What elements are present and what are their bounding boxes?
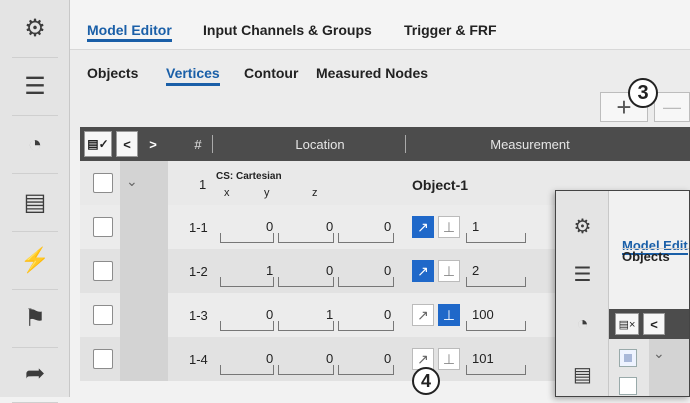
row-checkbox[interactable] bbox=[93, 261, 113, 281]
group-index: 1 bbox=[199, 177, 207, 192]
tab-model-editor[interactable]: Model Editor bbox=[87, 22, 172, 42]
gauge-icon[interactable]: ◔ bbox=[556, 301, 609, 347]
column-measurement: Measurement bbox=[490, 136, 570, 152]
triad-icon[interactable]: ⊥ bbox=[438, 348, 460, 370]
overlay-collapse-chevron-icon[interactable]: ⌄ bbox=[653, 345, 665, 362]
overlay-row: ⌄ bbox=[609, 339, 689, 396]
y-value[interactable]: 0 bbox=[326, 351, 333, 366]
measurement-value[interactable]: 2 bbox=[472, 263, 479, 278]
z-value[interactable]: 0 bbox=[384, 263, 391, 278]
overlay-prev-button[interactable]: < bbox=[643, 313, 665, 335]
axis-x-label: x bbox=[224, 187, 230, 199]
triad-icon[interactable]: ⊥ bbox=[438, 216, 460, 238]
triad-icon[interactable]: ⊥ bbox=[438, 260, 460, 282]
row-checkbox[interactable] bbox=[93, 305, 113, 325]
column-location: Location bbox=[295, 136, 345, 152]
lightning-icon[interactable]: ⚡ bbox=[0, 232, 70, 290]
subtab-measured-nodes[interactable]: Measured Nodes bbox=[316, 65, 428, 81]
coordinate-system-label: CS: Cartesian bbox=[216, 171, 282, 182]
gauge-icon[interactable]: ◔ bbox=[0, 116, 70, 174]
overlay-window: ⚙ ☰ ◔ ▤ Model Edit Objects ▤× < ⌄ bbox=[555, 190, 690, 397]
x-value[interactable]: 1 bbox=[266, 263, 273, 278]
settings-gear-icon[interactable]: ⚙ bbox=[556, 203, 609, 249]
share-export-icon[interactable]: ➦ bbox=[0, 345, 70, 403]
overlay-select-all-toggle[interactable]: ▤× bbox=[615, 313, 639, 335]
left-sidebar: ⚙ ☰ ◔ ▤ ⚡ ⚑ ➦ bbox=[0, 0, 70, 403]
y-value[interactable]: 1 bbox=[326, 307, 333, 322]
z-value[interactable]: 0 bbox=[384, 219, 391, 234]
table-header: ▤✓ < > # Location Measurement bbox=[80, 127, 690, 161]
object-label: Object-1 bbox=[412, 177, 469, 193]
axis-z-label: z bbox=[312, 187, 318, 199]
x-value[interactable]: 0 bbox=[266, 219, 273, 234]
measurement-value[interactable]: 101 bbox=[472, 351, 494, 366]
list-icon[interactable]: ☰ bbox=[556, 251, 609, 297]
column-index: # bbox=[194, 136, 202, 152]
settings-gear-icon[interactable]: ⚙ bbox=[0, 0, 70, 58]
tab-trigger-frf[interactable]: Trigger & FRF bbox=[404, 22, 497, 38]
callout-4: 4 bbox=[412, 367, 440, 395]
measure-direction-icon[interactable]: ↗ bbox=[412, 216, 434, 238]
measurement-value[interactable]: 1 bbox=[472, 219, 479, 234]
overlay-row-checkbox[interactable] bbox=[619, 377, 637, 395]
measure-direction-icon[interactable]: ↗ bbox=[412, 260, 434, 282]
overlay-row-checkbox[interactable] bbox=[619, 349, 637, 367]
subtab-vertices[interactable]: Vertices bbox=[166, 65, 220, 86]
y-value[interactable]: 0 bbox=[326, 219, 333, 234]
z-value[interactable]: 0 bbox=[384, 351, 391, 366]
main-tab-bar: Model Editor Input Channels & Groups Tri… bbox=[70, 0, 690, 50]
remove-button[interactable]: — bbox=[654, 92, 690, 122]
measurement-value[interactable]: 100 bbox=[472, 307, 494, 322]
subtab-contour[interactable]: Contour bbox=[244, 65, 298, 81]
overlay-sidebar: ⚙ ☰ ◔ ▤ bbox=[556, 191, 609, 396]
row-checkbox[interactable] bbox=[93, 217, 113, 237]
triad-icon[interactable]: ⊥ bbox=[438, 304, 460, 326]
overlay-subtab-objects[interactable]: Objects bbox=[622, 249, 670, 264]
collapse-chevron-icon[interactable]: ⌄ bbox=[126, 173, 138, 190]
x-value[interactable]: 0 bbox=[266, 351, 273, 366]
z-value[interactable]: 0 bbox=[384, 307, 391, 322]
flag-icon[interactable]: ⚑ bbox=[0, 290, 70, 348]
overlay-table-header: ▤× < bbox=[609, 309, 689, 339]
axis-y-label: y bbox=[264, 187, 270, 199]
callout-3: 3 bbox=[628, 78, 658, 108]
prev-page-button[interactable]: < bbox=[116, 131, 138, 157]
report-icon[interactable]: ▤ bbox=[556, 351, 609, 396]
list-icon[interactable]: ☰ bbox=[0, 58, 70, 116]
y-value[interactable]: 0 bbox=[326, 263, 333, 278]
subtab-objects[interactable]: Objects bbox=[87, 65, 138, 81]
x-value[interactable]: 0 bbox=[266, 307, 273, 322]
row-checkbox[interactable] bbox=[93, 349, 113, 369]
next-page-button[interactable]: > bbox=[142, 131, 164, 157]
select-all-toggle[interactable]: ▤✓ bbox=[84, 131, 112, 157]
report-icon[interactable]: ▤ bbox=[0, 174, 70, 232]
row-checkbox[interactable] bbox=[93, 173, 113, 193]
measure-direction-icon[interactable]: ↗ bbox=[412, 304, 434, 326]
tab-input-channels[interactable]: Input Channels & Groups bbox=[203, 22, 372, 38]
